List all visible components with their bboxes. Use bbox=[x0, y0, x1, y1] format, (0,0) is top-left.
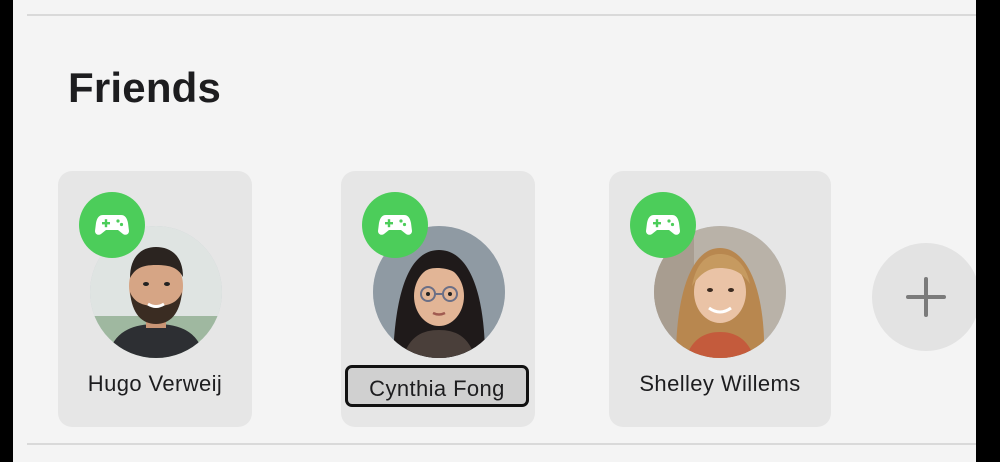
top-divider bbox=[27, 14, 976, 16]
friend-name: Cynthia Fong bbox=[345, 365, 529, 407]
plus-icon bbox=[906, 277, 946, 317]
bottom-divider bbox=[27, 443, 976, 445]
friend-name: Hugo Verweij bbox=[87, 371, 223, 396]
friend-name: Shelley Willems bbox=[639, 371, 801, 396]
friends-panel: Friends Hugo Verweij Cynthia Fong Shelle… bbox=[13, 0, 976, 462]
section-title: Friends bbox=[68, 64, 222, 111]
friend-card-hugo-verweij[interactable]: Hugo Verweij bbox=[58, 171, 252, 427]
game-controller-icon bbox=[79, 192, 145, 258]
friend-card-shelley-willems[interactable]: Shelley Willems bbox=[609, 171, 831, 427]
friend-card-cynthia-fong[interactable]: Cynthia Fong bbox=[341, 171, 535, 427]
add-friend-button[interactable] bbox=[872, 243, 976, 351]
game-controller-icon bbox=[630, 192, 696, 258]
game-controller-icon bbox=[362, 192, 428, 258]
